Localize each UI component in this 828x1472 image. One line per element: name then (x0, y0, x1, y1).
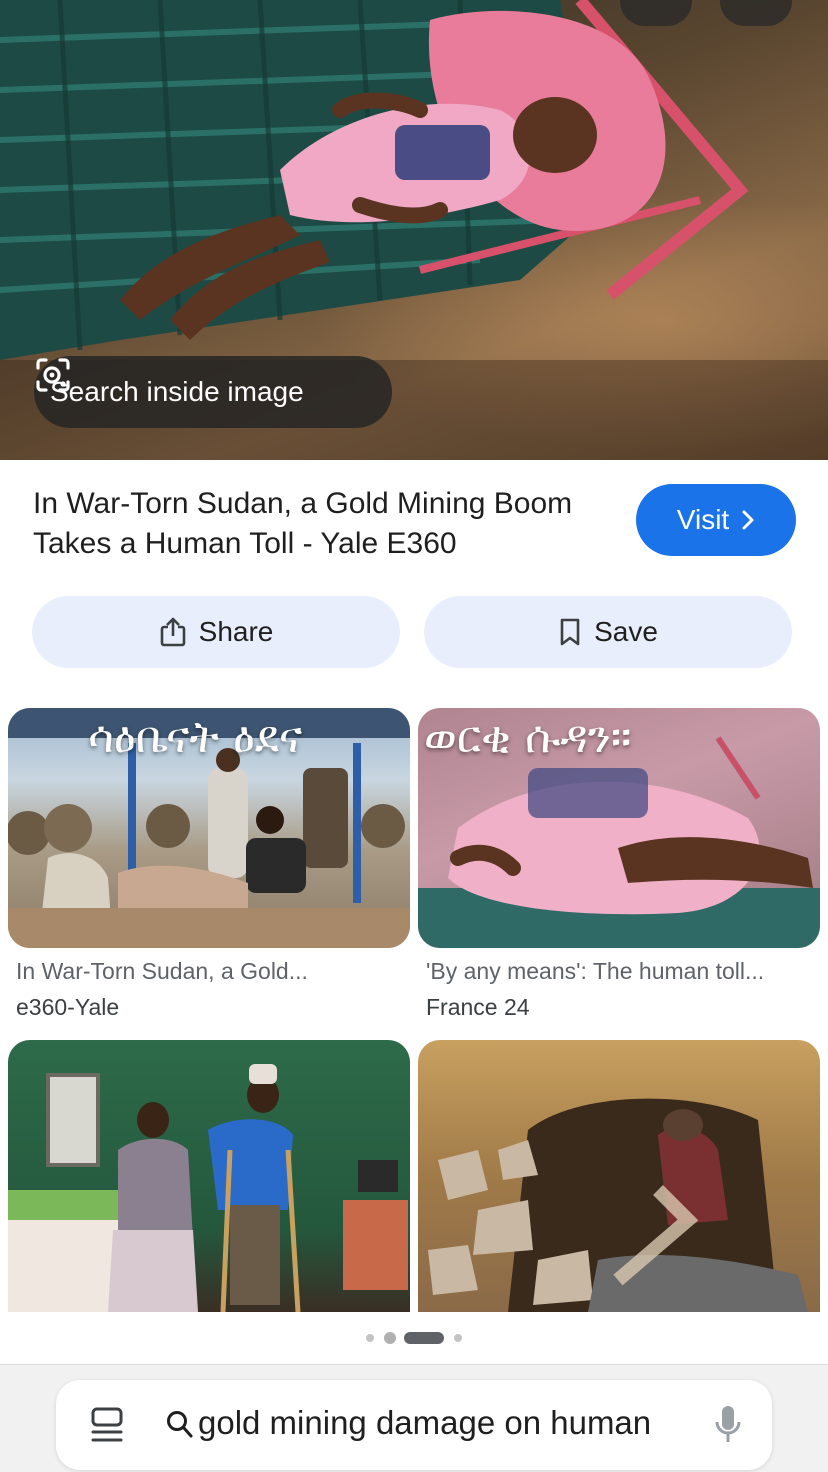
related-image-2[interactable]: ወርቂ ሱዳን። (418, 708, 820, 948)
related-title-1[interactable]: In War-Torn Sudan, a Gold... (16, 958, 416, 985)
search-inside-label: Search inside image (50, 376, 304, 407)
mic-icon[interactable] (714, 1404, 742, 1446)
pagination-dot-1[interactable] (366, 1334, 374, 1342)
bookmark-icon (560, 618, 580, 646)
search-icon (167, 1411, 193, 1438)
visit-button[interactable]: Visit (636, 484, 796, 556)
related-image-3[interactable] (8, 1040, 410, 1312)
related-title-2[interactable]: 'By any means': The human toll... (426, 958, 826, 985)
related-photo-art-4 (428, 1098, 808, 1312)
related-source-1: e360-Yale (16, 994, 120, 1020)
hero-image[interactable]: Search inside image (0, 0, 828, 460)
related-overlay-text-2: ወርቂ ሱዳን። (424, 712, 632, 763)
save-label: Save (594, 616, 658, 647)
related-photo-art-3 (8, 1064, 408, 1312)
chevron-right-icon (742, 510, 754, 530)
search-query-text[interactable]: gold mining damage on human (198, 1404, 651, 1442)
search-inside-image-button[interactable]: Search inside image (34, 356, 392, 428)
related-image-1[interactable]: ሳዕቤናት ዕደና (8, 708, 410, 948)
tabs-icon[interactable] (90, 1406, 124, 1444)
save-button[interactable]: Save (424, 596, 792, 668)
share-label: Share (198, 616, 274, 647)
lens-icon (36, 358, 70, 392)
visit-label: Visit (676, 504, 730, 535)
result-title[interactable]: In War-Torn Sudan, a Gold Mining Boom Ta… (33, 484, 613, 564)
pagination-dot-4[interactable] (454, 1334, 462, 1342)
related-source-2: France 24 (426, 994, 530, 1020)
pagination-dot-2[interactable] (384, 1332, 396, 1344)
share-icon (160, 617, 185, 647)
related-overlay-text-1: ሳዕቤናት ዕደና (88, 712, 303, 763)
pagination-dots (0, 1331, 828, 1345)
pagination-dot-active[interactable] (404, 1332, 444, 1344)
related-image-4[interactable] (418, 1040, 820, 1312)
share-button[interactable]: Share (32, 596, 400, 668)
